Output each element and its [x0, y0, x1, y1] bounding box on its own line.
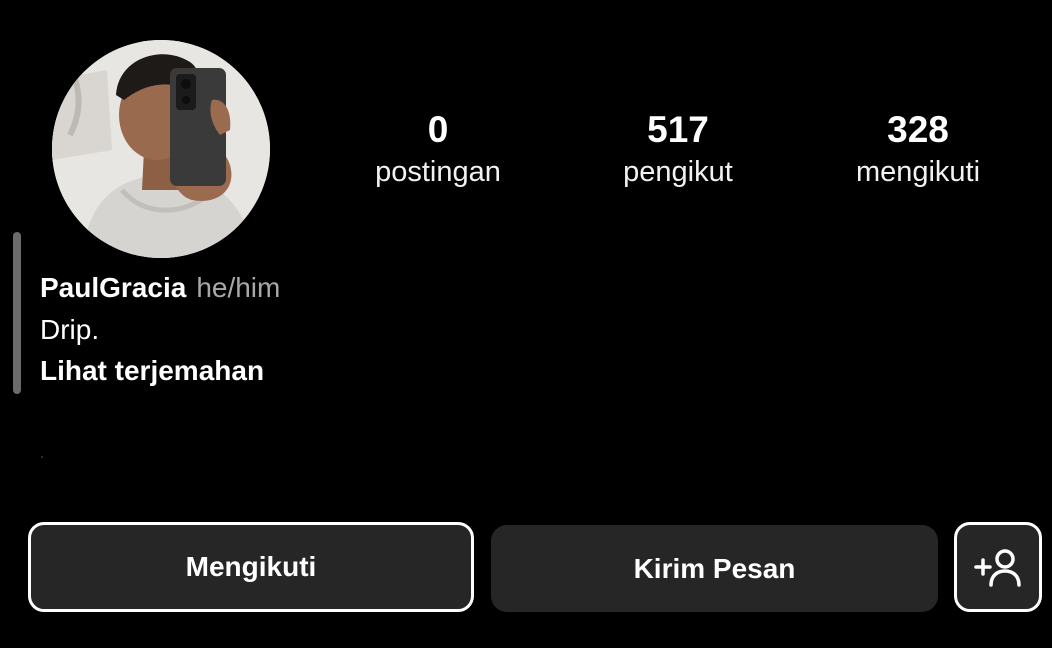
divider-dot: [41, 456, 43, 458]
followers-label: pengikut: [623, 156, 733, 188]
posts-label: postingan: [375, 156, 501, 188]
following-count: 328: [887, 109, 949, 150]
scroll-indicator: [13, 232, 21, 394]
pronouns: he/him: [196, 272, 281, 303]
see-translation-link[interactable]: Lihat terjemahan: [40, 353, 264, 389]
stat-posts[interactable]: 0 postingan: [328, 108, 548, 190]
avatar-photo: [52, 40, 270, 258]
avatar[interactable]: [52, 40, 270, 258]
bio-text: Drip.: [40, 314, 100, 345]
name-line: PaulGracia he/him: [40, 270, 280, 306]
following-button[interactable]: Mengikuti: [28, 522, 474, 612]
message-button[interactable]: Kirim Pesan: [491, 525, 938, 612]
posts-count: 0: [427, 109, 449, 150]
stat-following[interactable]: 328 mengikuti: [808, 108, 1028, 190]
suggest-people-button[interactable]: [954, 522, 1042, 612]
stat-followers[interactable]: 517 pengikut: [568, 108, 788, 190]
username: PaulGracia: [40, 272, 187, 303]
following-label: mengikuti: [855, 156, 981, 188]
add-person-icon: [974, 549, 1021, 587]
followers-count: 517: [647, 109, 709, 150]
profile-screen: 0 postingan 517 pengikut 328 mengikuti P…: [0, 0, 1052, 648]
